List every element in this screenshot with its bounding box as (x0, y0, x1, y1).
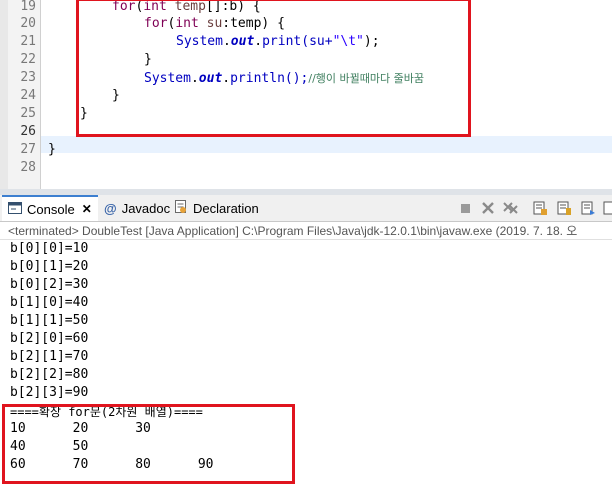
console-line: b[2][2]=80 (10, 367, 89, 382)
console-line: b[1][1]=50 (10, 313, 89, 328)
line-number-current: 26 (20, 124, 36, 139)
tab-console[interactable]: Console ✕ (2, 195, 98, 221)
line-number: 19 (20, 0, 36, 14)
close-icon[interactable]: ✕ (82, 202, 92, 216)
pin-console-icon[interactable] (602, 200, 612, 216)
scroll-lock-icon[interactable] (556, 200, 572, 216)
declaration-icon (174, 199, 188, 217)
tab-javadoc[interactable]: @ Javadoc (104, 195, 170, 221)
line-number: 28 (20, 160, 36, 175)
tab-label: Declaration (193, 200, 259, 216)
annotation-highlight-box (2, 404, 295, 484)
tab-label: Javadoc (121, 200, 171, 216)
console-line: b[2][0]=60 (10, 331, 89, 346)
console-line: b[2][1]=70 (10, 349, 89, 364)
current-line-highlight (41, 136, 612, 153)
tab-declaration[interactable]: Declaration (174, 195, 259, 221)
console-line: b[0][0]=10 (10, 241, 89, 256)
console-line: b[1][0]=40 (10, 295, 89, 310)
remove-launch-icon[interactable] (480, 200, 496, 216)
line-number: 21 (20, 34, 36, 49)
terminate-icon[interactable] (458, 200, 474, 216)
tab-label: Console (27, 201, 75, 217)
console-process-label: <terminated> DoubleTest [Java Applicatio… (0, 222, 612, 240)
console-line: b[0][2]=30 (10, 277, 89, 292)
remove-all-terminated-icon[interactable] (502, 200, 518, 216)
console-line: b[0][1]=20 (10, 259, 89, 274)
line-number: 20 (20, 16, 36, 31)
view-tab-bar: Console ✕ @ Javadoc Declaration (0, 195, 612, 222)
line-number: 25 (20, 106, 36, 121)
line-number-gutter: 19 20 21 22 23 24 25 26 27 28 (8, 0, 41, 189)
annotation-highlight-box (76, 0, 471, 137)
console-icon (8, 201, 22, 217)
line-number: 22 (20, 52, 36, 67)
clear-console-icon[interactable] (532, 200, 548, 216)
code-editor[interactable]: 19 20 21 22 23 24 25 26 27 28 for(int te… (0, 0, 612, 189)
javadoc-icon: @ (104, 200, 117, 216)
line-number: 27 (20, 142, 36, 157)
word-wrap-icon[interactable] (580, 200, 596, 216)
code-line-27[interactable]: } (48, 142, 56, 157)
line-number: 24 (20, 88, 36, 103)
line-number: 23 (20, 70, 36, 85)
console-line: b[2][3]=90 (10, 385, 89, 400)
